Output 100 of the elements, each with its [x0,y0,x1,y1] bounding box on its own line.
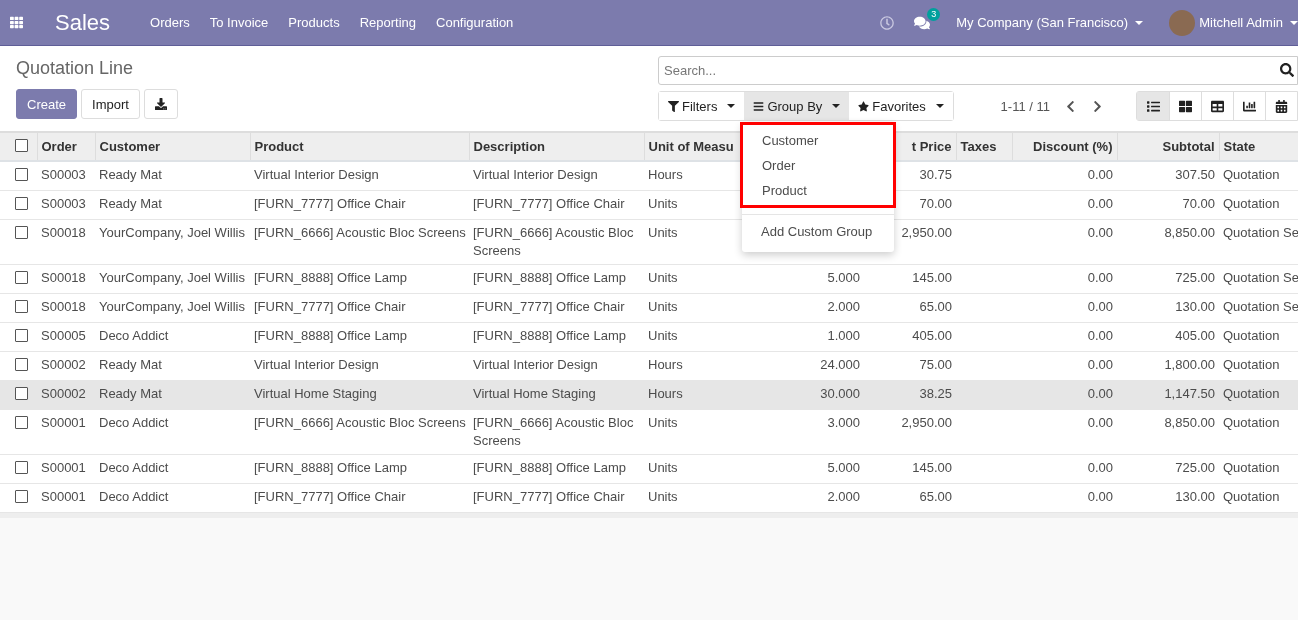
column-header[interactable]: Product [250,132,469,161]
table-cell: Units [644,483,759,512]
search-field[interactable]: Search... [658,56,1298,85]
table-row[interactable]: S00001 Deco Addict [FURN_6666] Acoustic Bloc Screens [FURN_6666] Acoustic Bloc Screens Units 3.000 2,950.00 0.00 8,850.00 Quotation [0,409,1298,454]
row-checkbox[interactable] [15,225,28,239]
table-cell: S00001 [37,483,95,512]
table-cell: Virtual Interior Design [469,160,644,190]
chat-icon[interactable] [914,14,931,31]
table-cell: YourCompany, Joel Willis [95,293,250,322]
table-cell: Quotation Se [1219,219,1298,264]
table-cell: 30.000 [759,380,864,409]
nav-menu-item[interactable]: Products [278,15,350,30]
table-cell: 0.00 [1012,293,1117,322]
table-cell: 75.00 [864,351,956,380]
table-row[interactable]: S00005 Deco Addict [FURN_8888] Office Lamp [FURN_8888] Office Lamp Units 1.000 405.00 0.00 405.00 Quotation [0,322,1298,351]
table-cell: [FURN_8888] Office Lamp [469,264,644,293]
row-checkbox[interactable] [15,489,28,503]
avatar-circle [1169,9,1196,36]
row-checkbox[interactable] [15,386,28,400]
table-cell: 1,147.50 [1117,380,1219,409]
table-row[interactable]: S00002 Ready Mat Virtual Interior Design Virtual Interior Design Hours 24.000 75.00 0.00 1,800.00 Quotation [0,351,1298,380]
table-cell: 0.00 [1012,190,1117,219]
table-row[interactable]: S00018 YourCompany, Joel Willis [FURN_7777] Office Chair [FURN_7777] Office Chair Units 2.000 65.00 0.00 130.00 Quotation Se [0,293,1298,322]
table-cell: [FURN_8888] Office Lamp [250,322,469,351]
table-cell: 405.00 [864,322,956,351]
table-cell: [FURN_7777] Office Chair [250,293,469,322]
row-checkbox[interactable] [15,357,28,371]
column-header[interactable]: Customer [95,132,250,161]
column-header[interactable]: Description [469,132,644,161]
row-checkbox[interactable] [15,328,28,342]
table-cell: 130.00 [1117,483,1219,512]
table-cell: 1.000 [759,322,864,351]
table-cell: Quotation [1219,351,1298,380]
table-cell: 0.00 [1012,160,1117,190]
row-checkbox[interactable] [15,460,28,474]
table-cell: 405.00 [1117,322,1219,351]
table-cell: 725.00 [1117,454,1219,483]
table-cell: Quotation [1219,160,1298,190]
table-row[interactable]: S00018 YourCompany, Joel Willis [FURN_8888] Office Lamp [FURN_8888] Office Lamp Units 5.000 145.00 0.00 725.00 Quotation Se [0,264,1298,293]
search-option-toggle[interactable]: Group By [744,92,850,120]
table-cell: 725.00 [1117,264,1219,293]
table-cell: 2.000 [759,483,864,512]
table-cell: 307.50 [1117,160,1219,190]
table-cell: Deco Addict [95,483,250,512]
create-button[interactable]: Create [16,89,78,119]
nav-menu-item[interactable]: Orders [140,15,200,30]
table-cell: 24.000 [759,351,864,380]
import-button[interactable]: Import [81,89,140,119]
table-cell: 2.000 [759,293,864,322]
previous-icon[interactable] [1064,99,1077,113]
column-header[interactable]: Subtotal [1117,132,1219,161]
table-cell: Units [644,409,759,454]
star-icon [858,100,870,112]
user-menu[interactable]: Mitchell Admin [1199,15,1298,30]
next-icon[interactable] [1091,99,1104,113]
page-title: Quotation Line [16,58,135,79]
caret-icon [727,104,736,108]
table-cell: Ready Mat [95,380,250,409]
table-cell: [FURN_6666] Acoustic Bloc Screens [250,219,469,264]
caret-icon [832,104,841,108]
table-cell: Units [644,264,759,293]
table-cell: Ready Mat [95,160,250,190]
nav-menu-item[interactable]: Reporting [349,15,426,30]
row-checkbox[interactable] [15,167,28,181]
column-header[interactable]: Order [37,132,95,161]
view-switch-button[interactable] [1137,92,1169,120]
apps-grid-icon[interactable] [10,16,23,29]
row-checkbox[interactable] [15,299,28,313]
table-cell: [FURN_8888] Office Lamp [469,322,644,351]
download-button[interactable] [143,89,178,119]
row-checkbox[interactable] [15,415,28,429]
nav-menu-item[interactable]: Configuration [426,15,524,30]
table-cell: 0.00 [1012,219,1117,264]
table-cell: 65.00 [864,293,956,322]
table-cell: Units [644,322,759,351]
table-cell: [FURN_6666] Acoustic Bloc Screens [469,219,644,264]
table-cell: 5.000 [759,454,864,483]
select-all-checkbox[interactable] [15,139,28,153]
column-header[interactable]: Discount (%) [1012,132,1117,161]
search-icon[interactable] [1280,63,1294,77]
calendar-icon [1275,99,1288,113]
column-header[interactable]: State [1219,132,1298,161]
table-cell: 0.00 [1012,264,1117,293]
table-cell: S00003 [37,190,95,219]
table-cell: 0.00 [1012,380,1117,409]
table-icon [1211,99,1224,113]
table-cell: Virtual Interior Design [250,160,469,190]
column-header[interactable]: Taxes [956,132,1012,161]
download-icon [154,98,167,110]
table-cell: Quotation [1219,322,1298,351]
company-switcher[interactable]: My Company (San Francisco) [956,15,1144,30]
table-cell: Quotation [1219,190,1298,219]
table-cell: 5.000 [759,264,864,293]
table-cell: [FURN_7777] Office Chair [469,483,644,512]
table-row[interactable]: S00001 Deco Addict [FURN_8888] Office Lamp [FURN_8888] Office Lamp Units 5.000 145.00 0.00 725.00 Quotation [0,454,1298,483]
row-checkbox[interactable] [15,270,28,284]
table-cell: S00005 [37,322,95,351]
nav-menu-item[interactable]: To Invoice [199,15,279,30]
table-row[interactable]: S00001 Deco Addict [FURN_7777] Office Chair [FURN_7777] Office Chair Units 2.000 65.00 0.00 130.00 Quotation [0,483,1298,512]
row-checkbox[interactable] [15,196,28,210]
